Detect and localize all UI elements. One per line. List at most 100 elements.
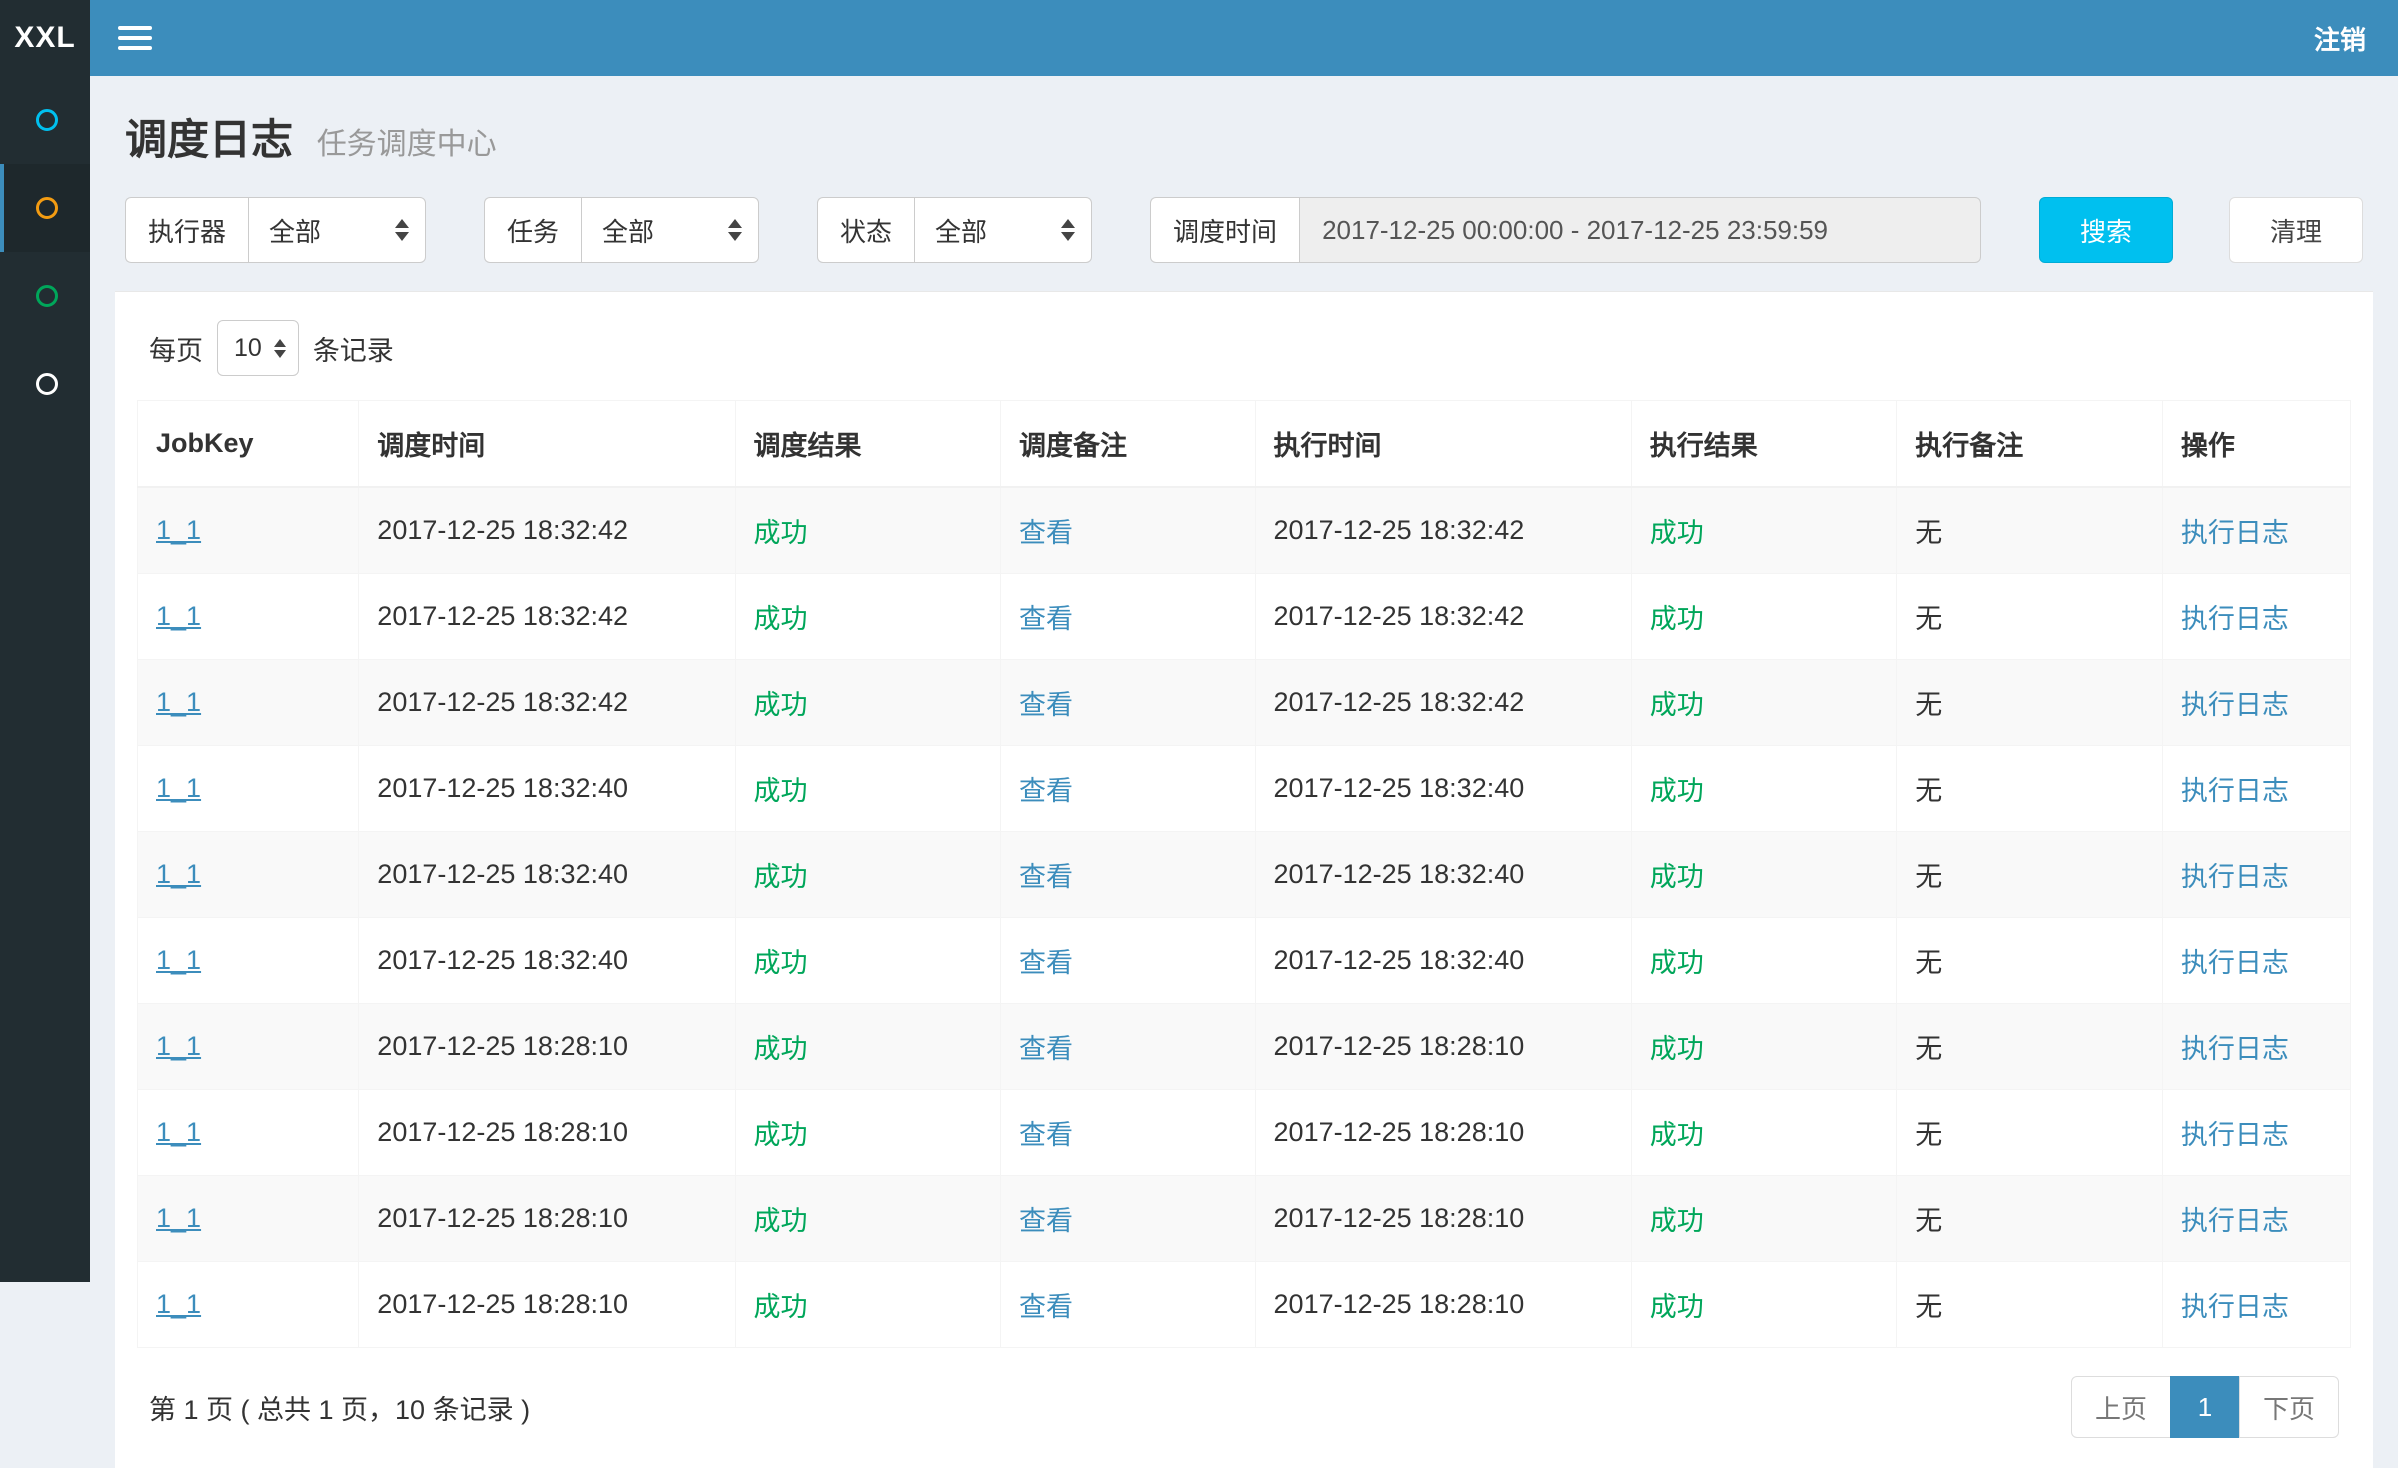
page-length-value: 10	[234, 334, 262, 363]
table-row: 1_1 2017-12-25 18:28:10 成功 查看 2017-12-25…	[138, 1004, 2351, 1090]
execution-log-link[interactable]: 执行日志	[2181, 518, 2289, 548]
jobkey-link[interactable]: 1_1	[156, 1031, 201, 1061]
trigger-time-cell: 2017-12-25 18:32:40	[359, 918, 735, 1004]
sidebar-item-2[interactable]	[0, 164, 90, 252]
handle-time-cell: 2017-12-25 18:32:42	[1255, 660, 1631, 746]
handle-result-cell: 成功	[1631, 1262, 1897, 1348]
handle-time-cell: 2017-12-25 18:28:10	[1255, 1262, 1631, 1348]
trigger-msg-link[interactable]: 查看	[1019, 1120, 1073, 1150]
jobkey-link[interactable]: 1_1	[156, 773, 201, 803]
executor-select-value: 全部	[269, 212, 321, 249]
trigger-msg-link[interactable]: 查看	[1019, 862, 1073, 892]
jobkey-link[interactable]: 1_1	[156, 1203, 201, 1233]
trigger-msg-cell: 查看	[1001, 1176, 1255, 1262]
job-select[interactable]: 全部	[581, 197, 759, 263]
execution-log-link[interactable]: 执行日志	[2181, 690, 2289, 720]
jobkey-cell: 1_1	[138, 918, 359, 1004]
trigger-msg-link[interactable]: 查看	[1019, 690, 1073, 720]
jobkey-link[interactable]: 1_1	[156, 601, 201, 631]
trigger-msg-link[interactable]: 查看	[1019, 1292, 1073, 1322]
execution-log-link[interactable]: 执行日志	[2181, 862, 2289, 892]
jobkey-link[interactable]: 1_1	[156, 859, 201, 889]
trigger-time-cell: 2017-12-25 18:32:42	[359, 660, 735, 746]
sidebar-toggle-icon[interactable]	[118, 20, 152, 56]
select-arrows-icon	[274, 339, 286, 358]
execution-log-link[interactable]: 执行日志	[2181, 1120, 2289, 1150]
clear-button[interactable]: 清理	[2229, 197, 2363, 263]
jobkey-link[interactable]: 1_1	[156, 1117, 201, 1147]
logout-link[interactable]: 注销	[2314, 20, 2366, 57]
action-cell: 执行日志	[2162, 1176, 2350, 1262]
top-navbar: XXL 注销	[0, 0, 2398, 76]
search-button[interactable]: 搜索	[2039, 197, 2173, 263]
trigger-time-cell: 2017-12-25 18:32:42	[359, 487, 735, 574]
job-filter: 任务 全部	[484, 197, 759, 263]
executor-filter-label: 执行器	[125, 197, 248, 263]
execution-log-link[interactable]: 执行日志	[2181, 776, 2289, 806]
handle-result-cell: 成功	[1631, 746, 1897, 832]
pagination-page-1-button[interactable]: 1	[2170, 1376, 2240, 1438]
trigger-result-cell: 成功	[735, 574, 1001, 660]
trigger-result-cell: 成功	[735, 660, 1001, 746]
trigger-time-range-input[interactable]: 2017-12-25 00:00:00 - 2017-12-25 23:59:5…	[1299, 197, 1981, 263]
jobkey-link[interactable]: 1_1	[156, 1289, 201, 1319]
jobkey-link[interactable]: 1_1	[156, 515, 201, 545]
trigger-msg-link[interactable]: 查看	[1019, 776, 1073, 806]
circle-icon	[36, 285, 58, 307]
trigger-msg-link[interactable]: 查看	[1019, 1206, 1073, 1236]
sidebar-item-4[interactable]	[0, 340, 90, 428]
select-arrows-icon	[728, 219, 742, 241]
trigger-msg-link[interactable]: 查看	[1019, 604, 1073, 634]
trigger-result-cell: 成功	[735, 1090, 1001, 1176]
execution-log-link[interactable]: 执行日志	[2181, 604, 2289, 634]
execution-log-link[interactable]: 执行日志	[2181, 1206, 2289, 1236]
page-title-text: 调度日志	[125, 116, 293, 163]
select-arrows-icon	[395, 219, 409, 241]
jobkey-cell: 1_1	[138, 574, 359, 660]
pagination-next-button[interactable]: 下页	[2239, 1376, 2339, 1438]
trigger-msg-link[interactable]: 查看	[1019, 1034, 1073, 1064]
sidebar-item-1[interactable]	[0, 76, 90, 164]
jobkey-link[interactable]: 1_1	[156, 687, 201, 717]
execution-log-link[interactable]: 执行日志	[2181, 1034, 2289, 1064]
column-header-4: 调度备注	[1001, 401, 1255, 488]
trigger-msg-link[interactable]: 查看	[1019, 948, 1073, 978]
execution-log-link[interactable]: 执行日志	[2181, 948, 2289, 978]
jobkey-link[interactable]: 1_1	[156, 945, 201, 975]
filter-bar: 执行器 全部 任务 全部 状态 全部 调度时间 2017-12-25 00:00…	[90, 167, 2398, 263]
page-length-select[interactable]: 10	[217, 320, 299, 376]
table-row: 1_1 2017-12-25 18:32:42 成功 查看 2017-12-25…	[138, 660, 2351, 746]
status-filter: 状态 全部	[817, 197, 1092, 263]
column-header-3: 调度结果	[735, 401, 1001, 488]
status-select[interactable]: 全部	[914, 197, 1092, 263]
table-row: 1_1 2017-12-25 18:28:10 成功 查看 2017-12-25…	[138, 1262, 2351, 1348]
trigger-result-cell: 成功	[735, 1004, 1001, 1090]
trigger-time-filter-label: 调度时间	[1150, 197, 1299, 263]
dispatch-log-table: JobKey调度时间调度结果调度备注执行时间执行结果执行备注操作 1_1 201…	[137, 400, 2351, 1348]
app-logo[interactable]: XXL	[0, 0, 90, 76]
log-table-body: 1_1 2017-12-25 18:32:42 成功 查看 2017-12-25…	[138, 487, 2351, 1348]
trigger-result-cell: 成功	[735, 1176, 1001, 1262]
page-length-row: 每页 10 条记录	[137, 316, 2351, 400]
action-cell: 执行日志	[2162, 746, 2350, 832]
pagination-prev-button[interactable]: 上页	[2071, 1376, 2171, 1438]
circle-icon	[36, 197, 58, 219]
handle-result-cell: 成功	[1631, 487, 1897, 574]
trigger-msg-link[interactable]: 查看	[1019, 518, 1073, 548]
action-cell: 执行日志	[2162, 918, 2350, 1004]
handle-time-cell: 2017-12-25 18:32:42	[1255, 574, 1631, 660]
handle-time-cell: 2017-12-25 18:32:40	[1255, 832, 1631, 918]
trigger-result-cell: 成功	[735, 832, 1001, 918]
content-wrapper: 调度日志 任务调度中心 执行器 全部 任务 全部 状态 全部	[90, 0, 2398, 1468]
sidebar-item-3[interactable]	[0, 252, 90, 340]
table-row: 1_1 2017-12-25 18:28:10 成功 查看 2017-12-25…	[138, 1176, 2351, 1262]
trigger-msg-cell: 查看	[1001, 1004, 1255, 1090]
table-row: 1_1 2017-12-25 18:32:40 成功 查看 2017-12-25…	[138, 832, 2351, 918]
handle-msg-cell: 无	[1897, 1262, 2163, 1348]
handle-msg-cell: 无	[1897, 832, 2163, 918]
execution-log-link[interactable]: 执行日志	[2181, 1292, 2289, 1322]
executor-select[interactable]: 全部	[248, 197, 426, 263]
handle-msg-cell: 无	[1897, 574, 2163, 660]
action-cell: 执行日志	[2162, 1090, 2350, 1176]
pagination: 上页 1 下页	[2071, 1376, 2339, 1438]
